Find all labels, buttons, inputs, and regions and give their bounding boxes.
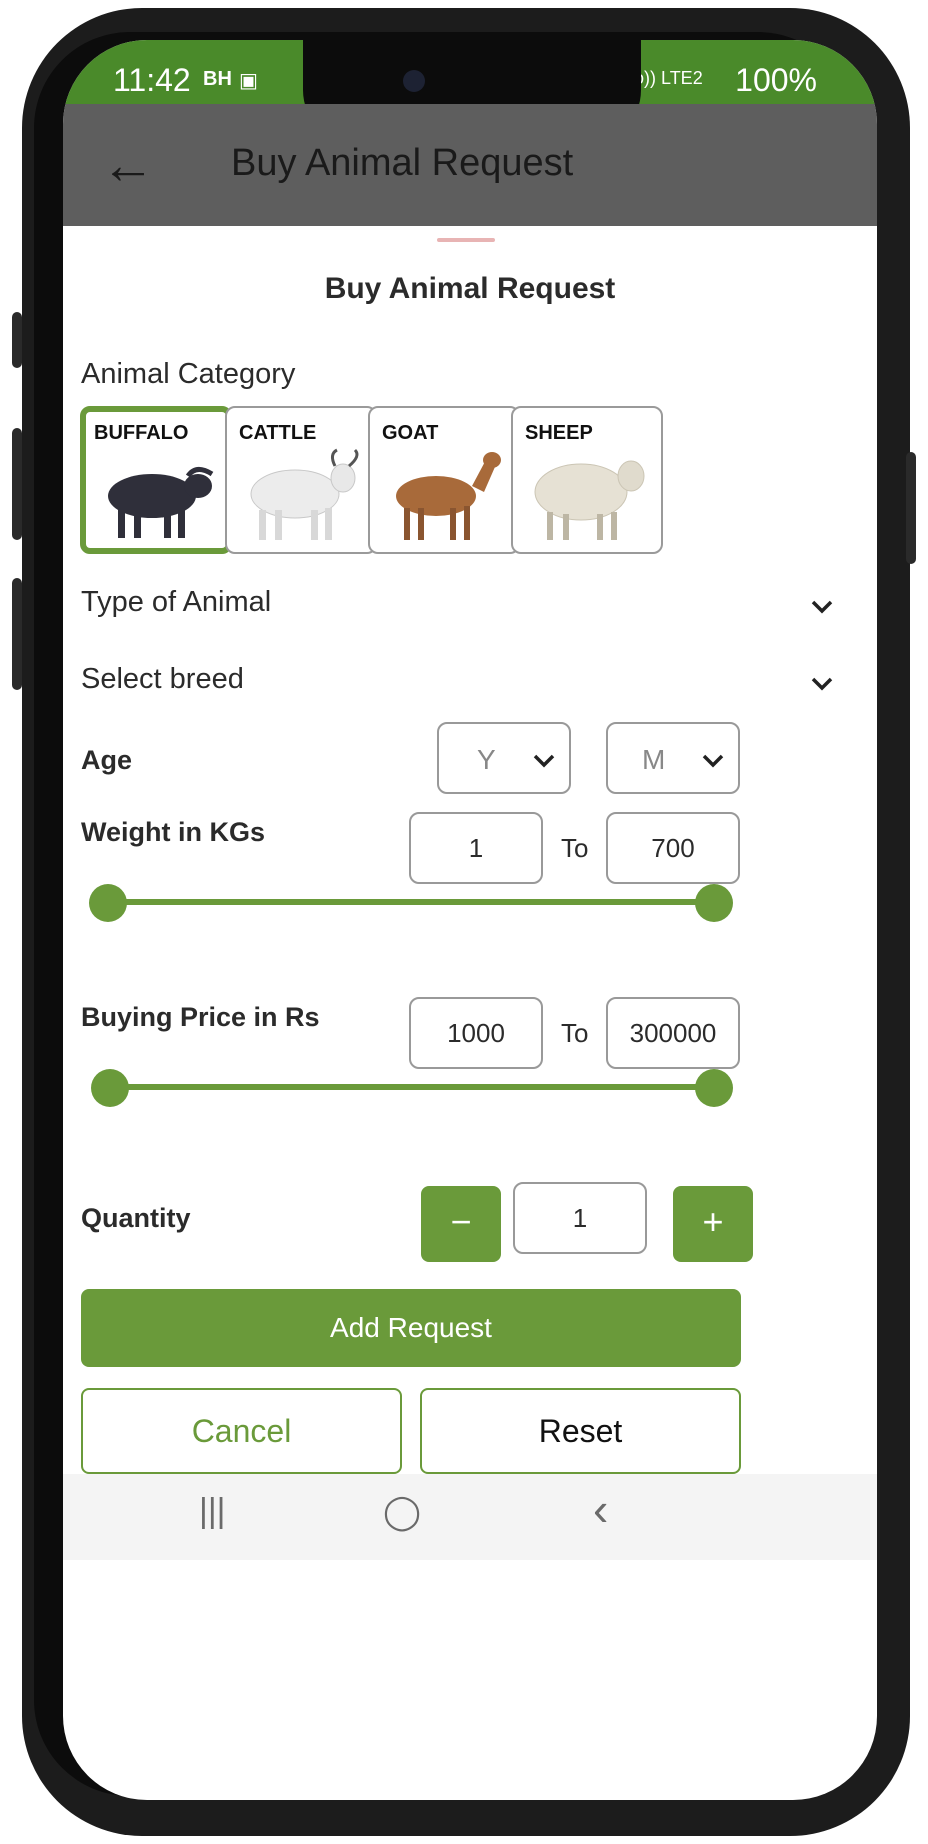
category-card-label: BUFFALO (94, 422, 189, 444)
chevron-down-icon (533, 754, 555, 768)
price-min-input[interactable]: 1000 (409, 997, 543, 1069)
quantity-label: Quantity (81, 1203, 191, 1233)
sheet-handle[interactable] (437, 238, 495, 242)
quantity-increase-button[interactable]: + (673, 1186, 753, 1262)
front-camera (403, 70, 425, 92)
weight-label: Weight in KGs (81, 817, 266, 847)
age-label: Age (81, 745, 133, 775)
bh-icon: BH (203, 68, 232, 90)
weight-slider-min-handle[interactable] (89, 884, 127, 922)
phone-side-button (12, 428, 22, 540)
type-of-animal-label: Type of Animal (81, 586, 272, 618)
quantity-input[interactable]: 1 (513, 1182, 647, 1254)
price-to-label: To (561, 1018, 589, 1048)
phone-side-button (12, 312, 22, 368)
category-card-cattle[interactable]: CATTLE (225, 406, 377, 554)
battery-level: 100% (735, 62, 817, 98)
goat-image (396, 452, 501, 540)
category-card-buffalo[interactable]: BUFFALO (80, 406, 232, 554)
price-slider-max-handle[interactable] (695, 1069, 733, 1107)
status-time: 11:42 (113, 62, 191, 98)
app-bar: ← Buy Animal Request (63, 104, 877, 226)
weight-min-input[interactable]: 1 (409, 812, 543, 884)
recents-icon[interactable]: ||| (199, 1492, 226, 1531)
back-arrow-icon[interactable]: ← (101, 138, 155, 192)
phone-side-button (12, 578, 22, 690)
home-icon[interactable]: ◯ (383, 1492, 421, 1532)
phone-side-button (906, 452, 916, 564)
navigation-bar: ||| ◯ ‹ (63, 1474, 877, 1560)
price-max-input[interactable]: 300000 (606, 997, 740, 1069)
chevron-down-icon (811, 677, 833, 691)
weight-slider-max-handle[interactable] (695, 884, 733, 922)
category-card-goat[interactable]: GOAT (368, 406, 520, 554)
type-of-animal-dropdown[interactable]: Type of Animal (81, 576, 857, 636)
cancel-button[interactable]: Cancel (81, 1388, 402, 1474)
weight-slider-track[interactable] (107, 899, 713, 905)
sheet-title: Buy Animal Request (324, 272, 616, 305)
gallery-icon: ▣ (239, 70, 258, 92)
buffalo-image (108, 467, 214, 538)
age-years-select[interactable]: Y (437, 722, 571, 794)
cattle-image (250, 448, 359, 540)
price-label: Buying Price in Rs (81, 1002, 320, 1032)
page-title: Buy Animal Request (231, 142, 574, 184)
category-card-sheep[interactable]: SHEEP (511, 406, 663, 554)
chevron-down-icon (702, 754, 724, 768)
age-years-value: Y (477, 744, 496, 775)
category-label: Animal Category (81, 358, 296, 390)
select-breed-label: Select breed (81, 663, 244, 695)
weight-to-label: To (561, 833, 589, 863)
sheep-image (534, 460, 645, 540)
price-slider-track[interactable] (107, 1084, 713, 1090)
quantity-decrease-button[interactable]: − (421, 1186, 501, 1262)
back-icon[interactable]: ‹ (593, 1482, 608, 1536)
reset-button[interactable]: Reset (420, 1388, 741, 1474)
select-breed-dropdown[interactable]: Select breed (81, 653, 857, 713)
category-card-label: CATTLE (239, 422, 317, 444)
weight-max-input[interactable]: 700 (606, 812, 740, 884)
chevron-down-icon (811, 600, 833, 614)
price-slider-min-handle[interactable] (91, 1069, 129, 1107)
age-months-select[interactable]: M (606, 722, 740, 794)
add-request-button[interactable]: Add Request (81, 1289, 741, 1367)
age-months-value: M (642, 744, 666, 775)
screen: 11:42 BH ▣ Vo)) LTE2 100% ← Buy Animal R… (63, 40, 877, 1800)
